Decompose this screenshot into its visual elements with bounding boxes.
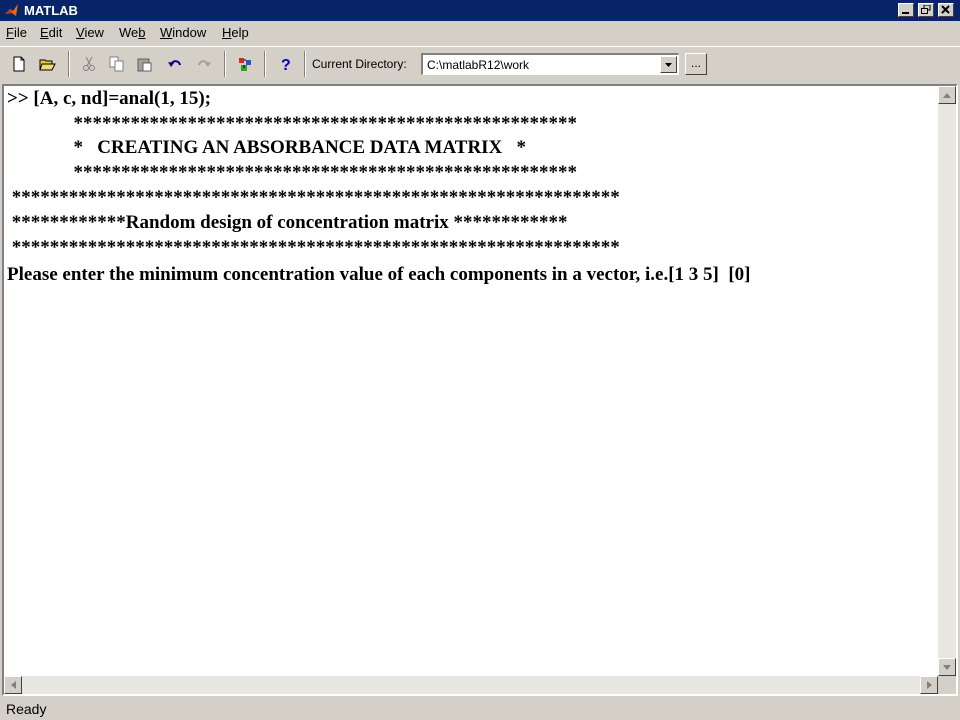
arrow-right-icon [927,681,932,689]
close-button[interactable] [938,3,954,17]
menu-file[interactable]: File [6,25,27,41]
vertical-scrollbar[interactable] [938,86,956,676]
console-line: ************Random design of concentrati… [7,212,568,233]
scroll-down-button[interactable] [938,658,956,676]
minimize-button[interactable] [898,3,914,17]
new-file-button[interactable] [8,53,30,75]
restore-button[interactable] [918,3,934,17]
console-line: ****************************************… [7,113,578,134]
help-icon: ? [281,57,291,72]
browse-directory-button[interactable]: ... [685,53,707,75]
matlab-logo-icon [4,2,20,18]
arrow-up-icon [943,93,951,98]
horizontal-scrollbar[interactable] [4,676,938,694]
console-line: ****************************************… [7,162,578,183]
current-directory-label: Current Directory: [312,57,407,71]
minimize-icon [902,12,909,14]
menu-help[interactable]: Help [222,25,249,41]
svg-text:?: ? [281,57,291,72]
scroll-right-button[interactable] [920,676,938,694]
status-text: Ready [6,701,47,717]
console-line: ****************************************… [7,187,620,208]
toolbar: ? Current Directory: C:\matlabR12\work .… [0,46,960,80]
help-button[interactable]: ? [274,53,296,75]
menu-view[interactable]: View [76,25,104,41]
console-line: * CREATING AN ABSORBANCE DATA MATRIX * [7,137,527,158]
console-prompt-line: Please enter the minimum concentration v… [7,264,751,285]
menu-window[interactable]: Window [160,25,206,41]
toolbar-separator [264,51,266,77]
console-line: >> [A, c, nd]=anal(1, 15); [7,88,211,109]
current-directory-field[interactable]: C:\matlabR12\work [421,53,679,75]
status-bar: Ready [0,698,960,720]
current-directory-value[interactable]: C:\matlabR12\work [427,57,529,73]
directory-dropdown-button[interactable] [660,56,677,73]
console-line: ****************************************… [7,237,620,258]
command-window[interactable]: >> [A, c, nd]=anal(1, 15); *************… [2,84,958,696]
simulink-icon [239,58,251,71]
arrow-left-icon [11,681,16,689]
toolbar-separator [224,51,226,77]
scrollbar-corner [938,676,956,694]
close-icon [941,5,950,14]
copy-icon [109,56,124,72]
paste-icon [137,58,152,72]
menu-edit[interactable]: Edit [40,25,62,41]
restore-icon [921,5,931,14]
scroll-left-button[interactable] [4,676,22,694]
menu-bar: File Edit View Web Window Help [0,21,960,45]
cut-icon [83,56,95,71]
title-bar[interactable]: MATLAB [0,0,960,21]
copy-button[interactable] [106,53,128,75]
cut-button[interactable] [78,53,100,75]
redo-button[interactable] [193,53,215,75]
arrow-down-icon [943,665,951,670]
new-file-icon [13,56,25,72]
undo-icon [168,60,181,67]
open-button[interactable] [36,53,58,75]
window-title: MATLAB [24,3,78,18]
redo-icon [198,60,211,67]
undo-button[interactable] [164,53,186,75]
open-folder-icon [39,59,56,71]
toolbar-separator [68,51,70,77]
paste-button[interactable] [134,53,156,75]
simulink-button[interactable] [234,53,256,75]
toolbar-separator [304,51,306,77]
chevron-down-icon [665,63,672,67]
menu-web[interactable]: Web [119,25,146,41]
scroll-up-button[interactable] [938,86,956,104]
